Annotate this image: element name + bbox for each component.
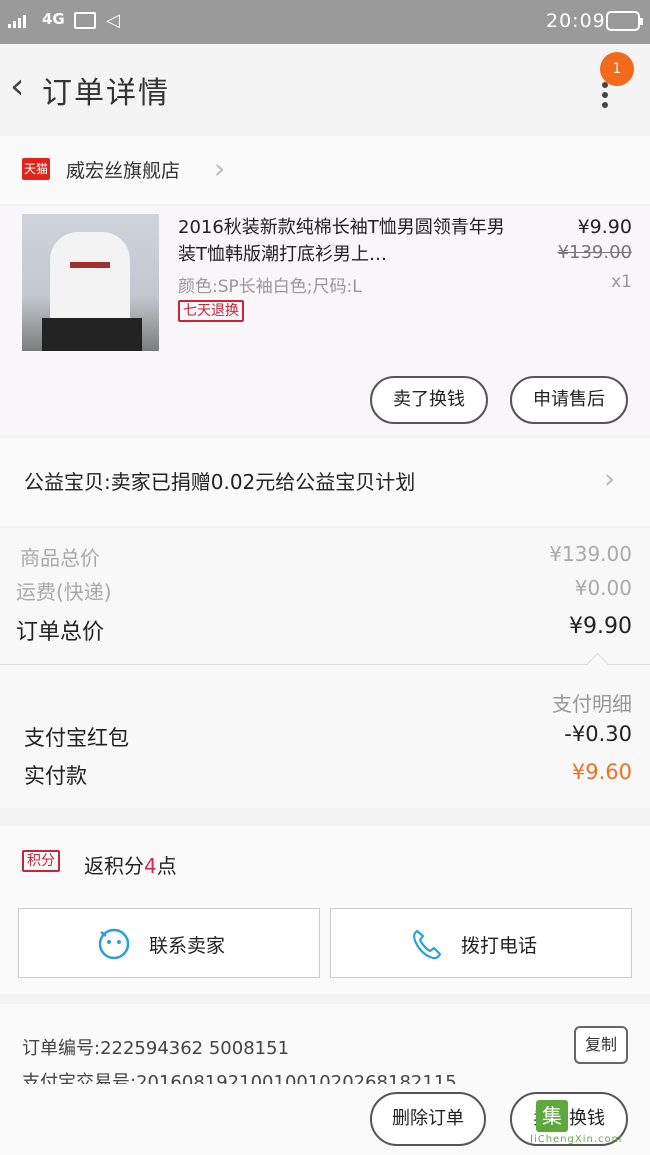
points-count: 4 <box>144 854 157 878</box>
price-summary: 商品总价 ¥139.00 运费(快递) ¥0.00 订单总价 ¥9.90 支付明… <box>0 528 650 808</box>
speaker-icon: ◁ <box>106 10 120 31</box>
order-total-label: 订单总价 <box>16 620 105 645</box>
charity-text: 公益宝贝:卖家已捐赠0.02元给公益宝贝计划 <box>24 470 416 494</box>
product-original-price: ¥139.00 <box>557 242 632 263</box>
tmall-logo-icon: 天猫 <box>22 158 50 180</box>
items-total-value: ¥139.00 <box>549 542 632 566</box>
chat-bubble-icon <box>98 928 130 960</box>
shipping-value: ¥0.00 <box>574 576 632 600</box>
delete-order-button[interactable]: 删除订单 <box>370 1092 486 1146</box>
points-tag: 积分 <box>22 850 60 872</box>
contact-seller-label: 联系卖家 <box>149 935 226 957</box>
payment-detail-label: 支付明细 <box>552 692 632 716</box>
watermark: 集 JiChengXin.com <box>530 1096 646 1150</box>
charity-row[interactable]: 公益宝贝:卖家已捐赠0.02元给公益宝贝计划 › <box>0 438 650 526</box>
product-item: 2016秋装新款纯棉长袖T恤男圆领青年男装T恤韩版潮打底衫男上… ¥9.90 ¥… <box>0 206 650 436</box>
contact-seller-button[interactable]: 联系卖家 <box>18 908 320 978</box>
more-menu-icon[interactable] <box>600 82 610 112</box>
status-bar: 4G ◁ 20:09 <box>0 0 650 44</box>
copy-button[interactable]: 复制 <box>574 1026 628 1064</box>
points-section: 积分 返积分4点 联系卖家 拨打电话 <box>0 826 650 994</box>
sell-exchange-button[interactable]: 卖了换钱 <box>370 376 488 424</box>
product-image[interactable] <box>22 214 159 351</box>
watermark-site: JiChengXin.com <box>530 1134 623 1145</box>
product-title[interactable]: 2016秋装新款纯棉长袖T恤男圆领青年男装T恤韩版潮打底衫男上… <box>178 214 508 268</box>
network-type: 4G <box>42 10 65 28</box>
order-number: 订单编号:222594362 5008151 <box>22 1038 290 1059</box>
return-policy-tag: 七天退换 <box>178 300 244 322</box>
order-total-value: ¥9.90 <box>569 614 632 639</box>
red-packet-label: 支付宝红包 <box>24 726 129 750</box>
after-sale-button[interactable]: 申请售后 <box>510 376 628 424</box>
watermark-logo: 集 <box>536 1100 568 1132</box>
points-text: 返积分4点 <box>84 854 177 878</box>
signal-icon <box>8 14 26 28</box>
call-phone-button[interactable]: 拨打电话 <box>330 908 632 978</box>
product-quantity: x1 <box>611 272 632 292</box>
store-row[interactable]: 天猫 威宏丝旗舰店 › <box>0 136 650 204</box>
items-total-label: 商品总价 <box>20 546 100 570</box>
actual-paid-value: ¥9.60 <box>571 760 632 784</box>
red-packet-value: -¥0.30 <box>564 722 632 746</box>
app-header: ‹ 订单详情 1 <box>0 44 650 132</box>
actual-paid-label: 实付款 <box>24 764 87 788</box>
notification-badge: 1 <box>600 52 634 86</box>
chevron-right-icon: › <box>214 152 226 185</box>
image-icon <box>74 12 96 29</box>
call-phone-label: 拨打电话 <box>461 935 538 957</box>
product-attributes: 颜色:SP长袖白色;尺码:L <box>178 277 362 297</box>
back-icon[interactable]: ‹ <box>10 69 24 105</box>
store-name: 威宏丝旗舰店 <box>66 160 181 182</box>
shipping-label: 运费(快递) <box>16 580 112 604</box>
clock: 20:09 <box>546 10 606 32</box>
chevron-right-icon: › <box>604 462 616 495</box>
product-price: ¥9.90 <box>577 216 632 238</box>
battery-icon <box>606 11 643 31</box>
divider <box>0 664 650 665</box>
page-title: 订单详情 <box>42 76 170 111</box>
divider-notch <box>586 652 609 675</box>
phone-icon <box>413 929 442 960</box>
